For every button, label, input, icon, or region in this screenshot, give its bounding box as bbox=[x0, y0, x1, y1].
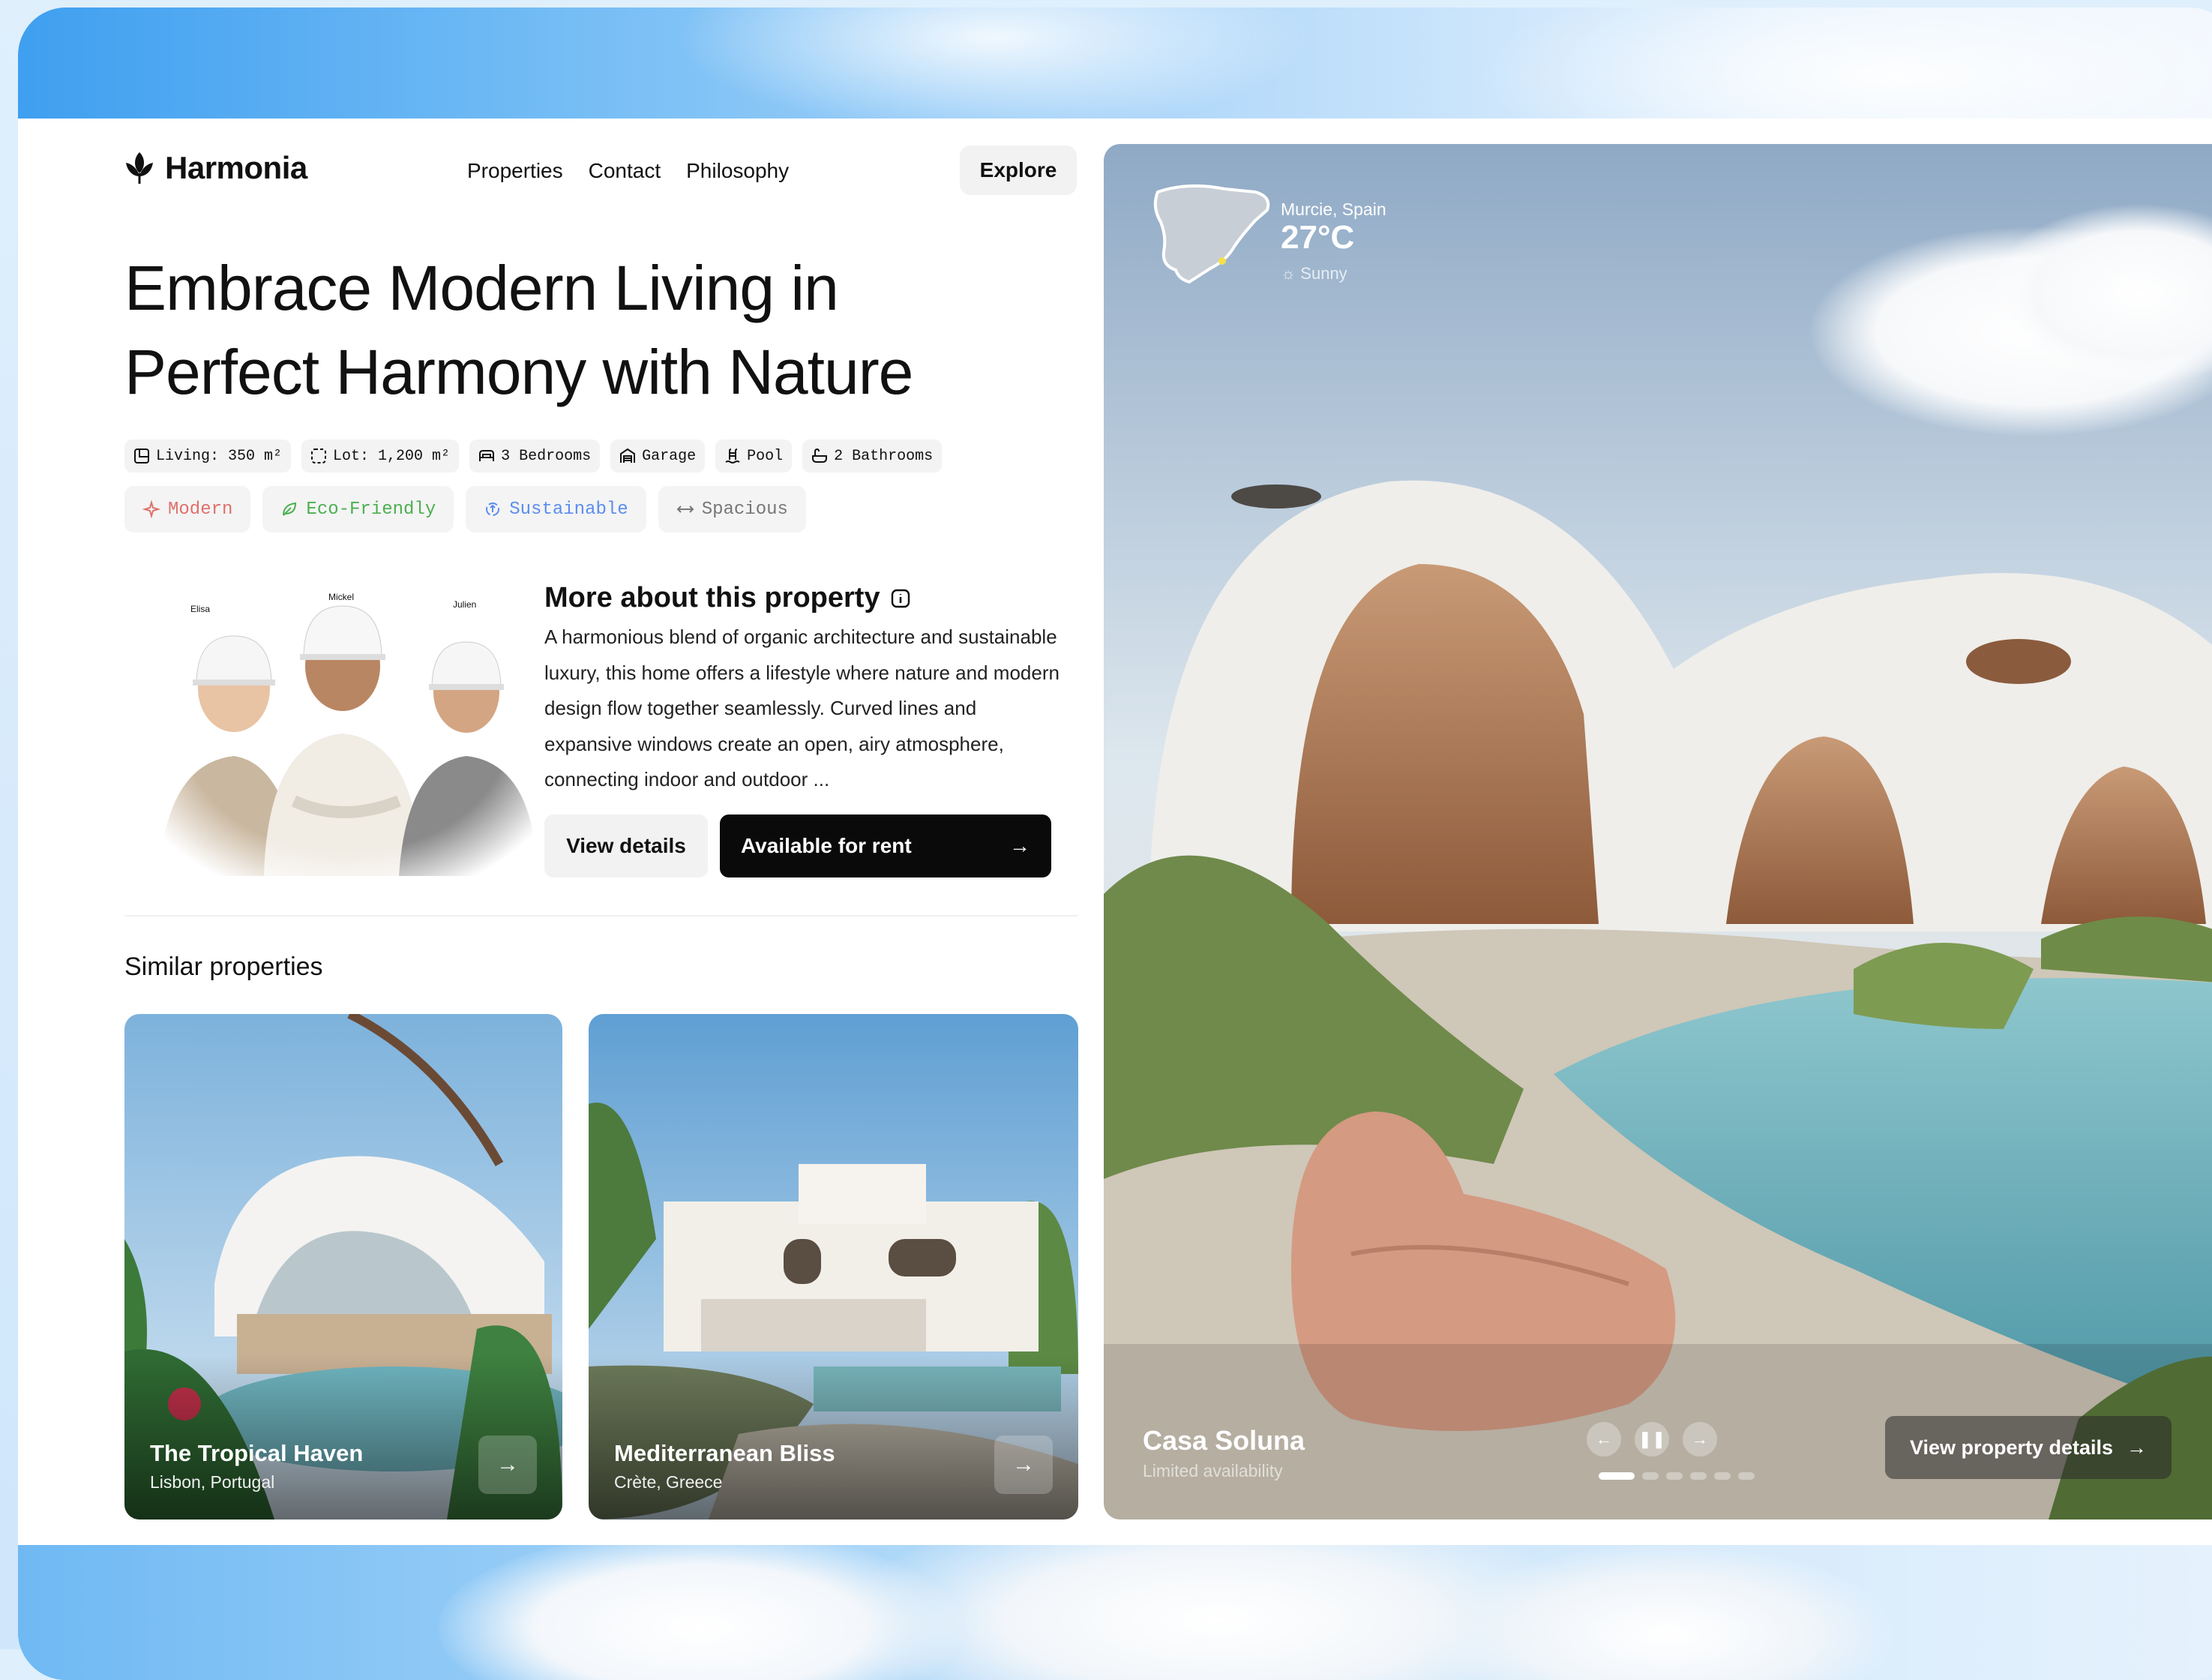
spec-label: Garage bbox=[642, 447, 697, 465]
recycle-icon bbox=[486, 502, 500, 516]
spec-bathrooms: 2 Bathrooms bbox=[802, 440, 943, 472]
arrow-right-icon: → bbox=[1009, 834, 1030, 857]
view-property-details-button[interactable]: View property details → bbox=[1885, 1416, 2172, 1479]
pause-button[interactable]: ❚❚ bbox=[1635, 1422, 1669, 1456]
tag-label: Modern bbox=[168, 499, 233, 520]
next-slide-button[interactable]: → bbox=[1683, 1422, 1717, 1456]
bath-icon bbox=[812, 448, 828, 463]
view-details-button[interactable]: View details bbox=[544, 814, 708, 878]
rent-label: Available for rent bbox=[741, 834, 912, 857]
spec-label: 2 Bathrooms bbox=[834, 447, 934, 465]
tag-label: Spacious bbox=[701, 499, 788, 520]
feature-tags: Modern Eco-Friendly Sustainable Spacious bbox=[124, 486, 806, 532]
weather-widget: Murcie, Spain 27°C ☼ Sunny bbox=[1143, 177, 1488, 297]
arrow-left-icon: ← bbox=[1596, 1430, 1612, 1448]
leaf-icon bbox=[283, 502, 297, 516]
arrow-right-icon: → bbox=[2127, 1436, 2148, 1459]
spec-label: Pool bbox=[747, 447, 784, 465]
spain-map-icon bbox=[1153, 184, 1270, 284]
nav-philosophy[interactable]: Philosophy bbox=[686, 159, 789, 183]
logo[interactable]: Harmonia bbox=[124, 150, 307, 186]
slide-dot[interactable] bbox=[1738, 1472, 1755, 1480]
sun-icon: ☼ bbox=[1281, 264, 1296, 283]
page-title: Embrace Modern Living in Perfect Harmony… bbox=[124, 246, 1069, 414]
featured-property-name: Casa Soluna bbox=[1143, 1425, 1305, 1456]
weather-condition: ☼ Sunny bbox=[1281, 264, 1347, 284]
team-name-elisa: Elisa bbox=[190, 604, 210, 614]
slide-dot[interactable] bbox=[1599, 1472, 1635, 1480]
weather-location: Murcie, Spain bbox=[1281, 200, 1386, 219]
spec-pool: Pool bbox=[715, 440, 793, 472]
weather-condition-label: Sunny bbox=[1300, 264, 1347, 283]
tag-sustainable[interactable]: Sustainable bbox=[466, 486, 646, 532]
slide-dot[interactable] bbox=[1642, 1472, 1659, 1480]
similar-title: Similar properties bbox=[124, 952, 323, 981]
arrow-right-icon[interactable]: → bbox=[994, 1436, 1053, 1494]
bed-icon bbox=[479, 450, 495, 461]
spec-chips: Living: 350 m² Lot: 1,200 m² 3 Bedrooms … bbox=[124, 440, 943, 472]
property-location: Crète, Greece bbox=[614, 1472, 723, 1492]
tag-label: Sustainable bbox=[509, 499, 628, 520]
title-line-2: Perfect Harmony with Nature bbox=[124, 337, 913, 407]
lot-icon bbox=[311, 448, 327, 464]
property-location: Lisbon, Portugal bbox=[150, 1472, 275, 1492]
property-name: The Tropical Haven bbox=[150, 1440, 364, 1466]
team-name-mickel: Mickel bbox=[328, 592, 354, 602]
spec-bedrooms: 3 Bedrooms bbox=[469, 440, 601, 472]
spec-living: Living: 350 m² bbox=[124, 440, 292, 472]
main-nav: Properties Contact Philosophy bbox=[467, 159, 789, 183]
spec-label: Living: 350 m² bbox=[156, 447, 283, 465]
bottom-sky bbox=[18, 1500, 2212, 1680]
title-line-1: Embrace Modern Living in bbox=[124, 253, 839, 323]
view-details-label: View property details bbox=[1909, 1436, 2114, 1459]
tag-label: Eco-Friendly bbox=[306, 499, 436, 520]
info-icon[interactable] bbox=[891, 589, 910, 608]
about-description: A harmonious blend of organic architectu… bbox=[544, 626, 1060, 790]
page-card: Harmonia Properties Contact Philosophy E… bbox=[18, 118, 2212, 1545]
explore-button[interactable]: Explore bbox=[960, 146, 1077, 195]
team-photo: Elisa Mickel Julien bbox=[151, 576, 541, 876]
featured-property-photo bbox=[1104, 144, 2212, 1520]
featured-property-hero: Murcie, Spain 27°C ☼ Sunny Casa Soluna L… bbox=[1104, 144, 2212, 1520]
property-card-mediterranean-bliss[interactable]: Mediterranean Bliss Crète, Greece → bbox=[589, 1014, 1078, 1520]
nav-properties[interactable]: Properties bbox=[467, 159, 563, 183]
arrows-horizontal-icon bbox=[676, 506, 694, 513]
spec-label: Lot: 1,200 m² bbox=[333, 447, 451, 465]
slide-dot[interactable] bbox=[1666, 1472, 1683, 1480]
tag-modern[interactable]: Modern bbox=[124, 486, 251, 532]
brand-name: Harmonia bbox=[165, 150, 307, 185]
slide-dot[interactable] bbox=[1690, 1472, 1707, 1480]
pause-icon: ❚❚ bbox=[1638, 1430, 1666, 1448]
arrow-right-icon: → bbox=[1692, 1430, 1708, 1448]
team-name-julien: Julien bbox=[453, 599, 476, 610]
slide-dot[interactable] bbox=[1714, 1472, 1731, 1480]
garage-icon bbox=[620, 448, 636, 463]
previous-slide-button[interactable]: ← bbox=[1587, 1422, 1621, 1456]
featured-availability: Limited availability bbox=[1143, 1461, 1283, 1480]
spec-label: 3 Bedrooms bbox=[501, 447, 592, 465]
floor-plan-icon bbox=[134, 448, 149, 464]
tag-spacious[interactable]: Spacious bbox=[658, 486, 806, 532]
available-for-rent-button[interactable]: Available for rent → bbox=[720, 814, 1051, 878]
arrow-right-icon[interactable]: → bbox=[478, 1436, 537, 1494]
sparkle-icon bbox=[142, 500, 160, 518]
spec-lot: Lot: 1,200 m² bbox=[301, 440, 460, 472]
about-title: More about this property bbox=[544, 582, 880, 614]
about-heading: More about this property bbox=[544, 582, 910, 614]
pool-icon bbox=[725, 448, 740, 464]
spec-garage: Garage bbox=[610, 440, 706, 472]
weather-temperature: 27°C bbox=[1281, 219, 1355, 256]
nav-contact[interactable]: Contact bbox=[589, 159, 661, 183]
property-name: Mediterranean Bliss bbox=[614, 1440, 835, 1466]
leaf-logo-icon bbox=[126, 152, 153, 184]
property-card-tropical-haven[interactable]: The Tropical Haven Lisbon, Portugal → bbox=[124, 1014, 562, 1520]
divider bbox=[124, 915, 1078, 916]
slide-indicators bbox=[1599, 1472, 1755, 1480]
tag-eco-friendly[interactable]: Eco-Friendly bbox=[262, 486, 454, 532]
